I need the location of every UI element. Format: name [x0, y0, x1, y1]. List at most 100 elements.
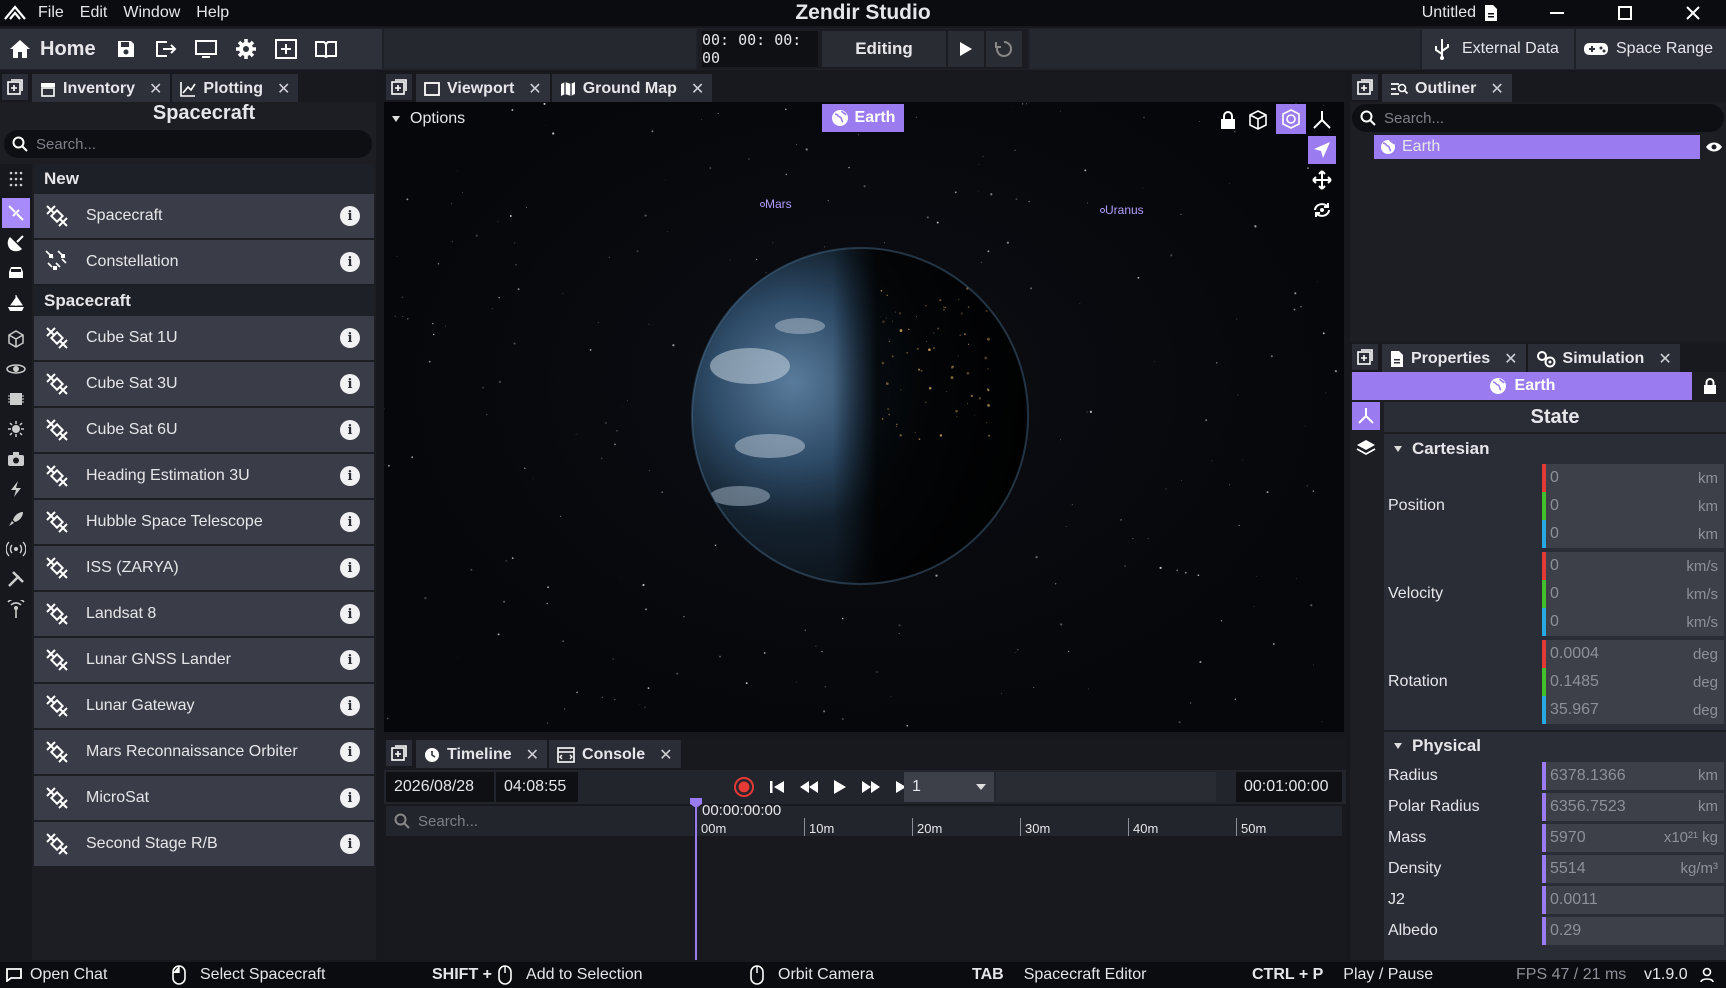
list-item[interactable]: Landsat 8 i [34, 592, 374, 636]
end-time-field[interactable]: 00:01:00:00 [1236, 772, 1342, 802]
physical-field[interactable]: 0.29 [1542, 916, 1724, 945]
menu-file[interactable]: File [30, 4, 72, 22]
tab-ground-map[interactable]: Ground Map ✕ [551, 74, 713, 102]
space-range-button[interactable]: Space Range [1576, 29, 1726, 69]
minimize-button[interactable] [1532, 0, 1582, 26]
satellite-category-icon[interactable] [2, 198, 30, 228]
antenna-dish-icon[interactable] [2, 228, 30, 258]
info-icon[interactable]: i [340, 420, 360, 440]
save-icon[interactable] [106, 29, 146, 69]
tools-icon[interactable] [2, 564, 30, 594]
close-tab-icon[interactable]: ✕ [528, 79, 541, 99]
export-icon[interactable] [146, 29, 186, 69]
physical-section[interactable]: Physical [1384, 730, 1726, 760]
options-toggle[interactable]: Options [392, 110, 465, 128]
play-icon[interactable] [948, 31, 984, 67]
tab-inventory[interactable]: Inventory ✕ [32, 74, 171, 102]
close-window-button[interactable] [1668, 0, 1718, 26]
lightning-icon[interactable] [2, 474, 30, 504]
home-icon[interactable] [0, 29, 40, 69]
close-tab-icon[interactable]: ✕ [277, 79, 290, 99]
close-tab-icon[interactable]: ✕ [1504, 349, 1517, 369]
tab-console[interactable]: Console ✕ [549, 740, 681, 768]
close-tab-icon[interactable]: ✕ [149, 79, 162, 99]
signal-icon[interactable] [2, 534, 30, 564]
external-data-button[interactable]: External Data [1422, 29, 1574, 69]
skip-start-icon[interactable] [769, 779, 785, 795]
tab-outliner[interactable]: Outliner ✕ [1382, 74, 1512, 102]
physical-field[interactable]: 5970 x10²¹ kg [1542, 823, 1724, 852]
user-icon[interactable] [1700, 962, 1714, 988]
focus-badge[interactable]: Earth [822, 104, 904, 132]
outliner-search[interactable] [1352, 104, 1724, 132]
timeline-play-icon[interactable] [833, 779, 847, 795]
info-icon[interactable]: i [340, 466, 360, 486]
menu-window[interactable]: Window [115, 4, 188, 22]
time-ruler[interactable]: 00m 10m 20m 30m 40m 50m [696, 806, 1342, 836]
reset-icon[interactable] [986, 31, 1022, 67]
axes-icon[interactable] [1308, 106, 1336, 134]
info-icon[interactable]: i [340, 650, 360, 670]
inventory-search-input[interactable] [36, 135, 372, 153]
vehicle-icon[interactable] [2, 258, 30, 288]
timeline-search-input[interactable] [418, 812, 694, 830]
velocity-field[interactable]: 0 km/s [1542, 580, 1724, 608]
list-item[interactable]: Heading Estimation 3U i [34, 454, 374, 498]
date-field[interactable]: 2026/08/28 [386, 772, 494, 802]
inventory-search[interactable] [4, 130, 372, 158]
list-item[interactable]: Hubble Space Telescope i [34, 500, 374, 544]
speed-select[interactable]: 1 [904, 772, 994, 802]
playhead[interactable] [695, 798, 697, 960]
list-item[interactable]: Second Stage R/B i [34, 822, 374, 866]
open-chat-button[interactable]: Open Chat [6, 962, 107, 988]
rotation-field[interactable]: 0.0004 deg [1542, 640, 1724, 668]
home-button[interactable]: Home [40, 38, 106, 61]
tab-simulation[interactable]: Simulation ✕ [1527, 344, 1680, 372]
gear-icon[interactable] [226, 29, 266, 69]
time-field[interactable]: 04:08:55 [496, 772, 578, 802]
mode-indicator[interactable]: Editing [822, 31, 946, 67]
close-tab-icon[interactable]: ✕ [691, 79, 704, 99]
dock-add-icon[interactable] [2, 74, 28, 100]
tab-properties[interactable]: Properties ✕ [1382, 344, 1526, 372]
position-field[interactable]: 0 km [1542, 520, 1724, 548]
sun-icon[interactable] [2, 414, 30, 444]
close-tab-icon[interactable]: ✕ [1490, 79, 1503, 99]
cube-icon[interactable] [2, 324, 30, 354]
close-tab-icon[interactable]: ✕ [659, 745, 672, 765]
info-icon[interactable]: i [340, 206, 360, 226]
3d-viewport[interactable]: Options Earth Mars Uranus [384, 102, 1344, 732]
list-item[interactable]: Spacecraft i [34, 194, 374, 238]
info-icon[interactable]: i [340, 788, 360, 808]
list-item[interactable]: Mars Reconnaissance Orbiter i [34, 730, 374, 774]
close-tab-icon[interactable]: ✕ [526, 745, 539, 765]
dock-add-icon[interactable] [1352, 344, 1378, 370]
info-icon[interactable]: i [340, 742, 360, 762]
tab-viewport[interactable]: Viewport ✕ [416, 74, 550, 102]
physical-field[interactable]: 5514 kg/m³ [1542, 854, 1724, 883]
move-icon[interactable] [1308, 166, 1336, 194]
mars-label[interactable]: Mars [760, 197, 792, 211]
rotation-field[interactable]: 35.967 deg [1542, 696, 1724, 724]
tab-timeline[interactable]: Timeline ✕ [416, 740, 548, 768]
info-icon[interactable]: i [340, 834, 360, 854]
navigate-arrow-icon[interactable] [1308, 136, 1336, 164]
broadcast-icon[interactable] [2, 594, 30, 624]
dock-add-icon[interactable] [386, 74, 412, 100]
monitor-icon[interactable] [186, 29, 226, 69]
physical-field[interactable]: 6356.7523 km [1542, 792, 1724, 821]
ship-icon[interactable] [2, 288, 30, 318]
outliner-item-earth[interactable]: Earth [1374, 135, 1700, 159]
position-field[interactable]: 0 km [1542, 492, 1724, 520]
rewind-icon[interactable] [799, 779, 819, 795]
list-item[interactable]: Cube Sat 3U i [34, 362, 374, 406]
rotation-field[interactable]: 0.1485 deg [1542, 668, 1724, 696]
list-item[interactable]: Cube Sat 1U i [34, 316, 374, 360]
timeline-search[interactable] [386, 806, 694, 836]
rotate-icon[interactable] [1308, 196, 1336, 224]
physical-field[interactable]: 0.0011 [1542, 885, 1724, 914]
book-icon[interactable] [306, 29, 346, 69]
info-icon[interactable]: i [340, 328, 360, 348]
info-icon[interactable]: i [340, 374, 360, 394]
info-icon[interactable]: i [340, 512, 360, 532]
